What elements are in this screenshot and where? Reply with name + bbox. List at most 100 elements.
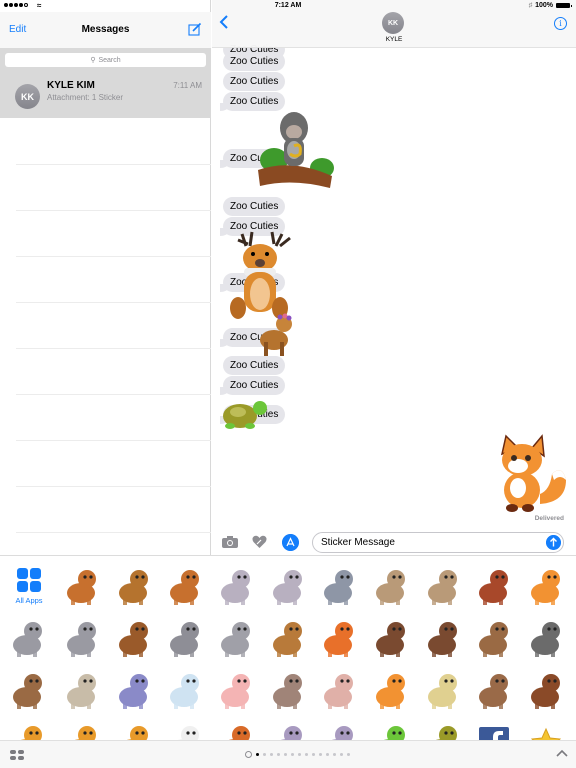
expand-chevron-icon[interactable] [556, 748, 568, 758]
sticker-pony-saddle[interactable] [470, 666, 518, 714]
page-dot[interactable] [270, 753, 273, 756]
page-dot[interactable] [347, 753, 350, 756]
sticker-pig-spotted[interactable] [315, 666, 363, 714]
page-dot[interactable] [256, 753, 259, 756]
sticker-bison-headdress[interactable] [522, 666, 570, 714]
info-icon[interactable]: i [554, 17, 567, 30]
recents-clock-icon[interactable] [245, 751, 252, 758]
page-dot[interactable] [305, 753, 308, 756]
conversation-list-pane: Edit Messages ⚲ Search KK KYLE KIM 7:11 … [0, 0, 211, 555]
sticker-fox-masked[interactable] [522, 562, 570, 610]
battery-percent: 100% [535, 2, 553, 9]
contact-name[interactable]: KYLE [212, 36, 576, 43]
page-indicator[interactable] [245, 751, 350, 758]
sticker-fox-sitting[interactable] [367, 666, 415, 714]
delivered-status: Delivered [534, 515, 564, 522]
sticker-gorilla-branch[interactable] [522, 614, 570, 662]
sticker-seal-ball[interactable] [315, 562, 363, 610]
chat-pane: KK KYLE i Zoo Cuties Zoo Cuties Zoo Cuti… [212, 0, 576, 555]
message-bubble[interactable]: Zoo Cuties [223, 356, 286, 375]
sticker-facebook[interactable] [470, 718, 518, 740]
page-dot[interactable] [298, 753, 301, 756]
gorilla-sticker[interactable] [252, 108, 338, 194]
sticker-hedgehog[interactable] [419, 614, 467, 662]
sticker-polar-bear[interactable] [110, 718, 158, 740]
page-dot[interactable] [291, 753, 294, 756]
apps-grid-icon [12, 568, 46, 592]
divider [16, 256, 211, 257]
sticker-reindeer-sitting[interactable] [161, 562, 209, 610]
app-store-icon[interactable] [282, 534, 299, 551]
contact-avatar[interactable]: KK [382, 12, 404, 34]
sticker-walrus-gray[interactable] [419, 562, 467, 610]
sticker-bunny-carrot[interactable] [264, 562, 312, 610]
sticker-piglet[interactable] [212, 666, 260, 714]
sticker-turtle[interactable] [419, 718, 467, 740]
sticker-wolf-pup-collar[interactable] [4, 614, 52, 662]
sticker-walrus-hat[interactable] [367, 562, 415, 610]
sticker-meerkat-hula[interactable] [264, 614, 312, 662]
sticker-bear-hat[interactable] [4, 718, 52, 740]
fox-sticker[interactable] [490, 434, 570, 514]
page-dot[interactable] [263, 753, 266, 756]
sticker-wolf-pup-waving[interactable] [58, 614, 106, 662]
sticker-star[interactable] [522, 718, 570, 740]
turtle-sticker[interactable] [222, 398, 268, 430]
send-button[interactable] [546, 535, 561, 550]
page-dot[interactable] [326, 753, 329, 756]
message-input[interactable]: Sticker Message [312, 532, 564, 553]
conversation-preview: Attachment: 1 Sticker [47, 93, 124, 102]
sticker-frog[interactable] [367, 718, 415, 740]
sticker-monkey-turban[interactable] [470, 614, 518, 662]
sticker-bear-propeller[interactable] [58, 718, 106, 740]
sticker-red-panda[interactable] [470, 562, 518, 610]
sticker-goat-hat[interactable] [58, 666, 106, 714]
sticker-boar-hat[interactable] [264, 666, 312, 714]
page-dot[interactable] [277, 753, 280, 756]
sticker-monkey-fez[interactable] [4, 666, 52, 714]
app-drawer-bar [0, 740, 576, 768]
fawn-sticker[interactable] [256, 312, 296, 358]
page-dot[interactable] [312, 753, 315, 756]
messages-header: Edit Messages [0, 12, 211, 48]
sticker-hippo-snorkel[interactable] [315, 718, 363, 740]
camera-icon[interactable] [222, 536, 238, 548]
sticker-camel[interactable] [419, 666, 467, 714]
compose-icon[interactable] [188, 22, 202, 36]
battery-icon [556, 3, 572, 8]
compose-bar: Sticker Message [212, 530, 576, 555]
page-dot[interactable] [284, 753, 287, 756]
search-input[interactable]: ⚲ Search [5, 53, 206, 67]
sticker-reindeer-king[interactable] [58, 562, 106, 610]
page-dot[interactable] [333, 753, 336, 756]
all-apps-button[interactable]: All Apps [12, 568, 46, 605]
app-drawer-icon[interactable] [10, 750, 24, 760]
sticker-orangutan[interactable] [212, 718, 260, 740]
digital-touch-icon[interactable] [252, 535, 267, 549]
sticker-fawn-flowers[interactable] [110, 562, 158, 610]
sticker-ermine-hat[interactable] [161, 718, 209, 740]
sticker-bunny-gray[interactable] [212, 562, 260, 610]
divider [16, 486, 211, 487]
message-bubble[interactable]: Zoo Cuties [223, 197, 286, 216]
status-time: 7:12 AM [274, 2, 302, 9]
sticker-hippo[interactable] [264, 718, 312, 740]
message-bubble[interactable]: Zoo Cuties [223, 72, 286, 91]
conversation-item[interactable]: KK KYLE KIM 7:11 AM Attachment: 1 Sticke… [0, 72, 211, 118]
search-icon: ⚲ [90, 57, 96, 64]
sticker-owl-dress[interactable] [110, 666, 158, 714]
message-bubble[interactable]: Zoo Cuties [219, 376, 286, 395]
sticker-squirrel-flowers[interactable] [315, 614, 363, 662]
page-dot[interactable] [319, 753, 322, 756]
avatar: KK [15, 84, 40, 109]
reindeer-sticker[interactable] [224, 230, 304, 322]
divider [16, 348, 211, 349]
sticker-ram[interactable] [161, 666, 209, 714]
page-dot[interactable] [340, 753, 343, 756]
sticker-hedgehog-fruit[interactable] [367, 614, 415, 662]
message-bubble[interactable]: Zoo Cuties [223, 52, 286, 71]
sticker-lemur[interactable] [212, 614, 260, 662]
sticker-raccoon-beanie[interactable] [161, 614, 209, 662]
back-chevron-icon[interactable] [218, 14, 230, 30]
sticker-beaver-hardhat[interactable] [110, 614, 158, 662]
